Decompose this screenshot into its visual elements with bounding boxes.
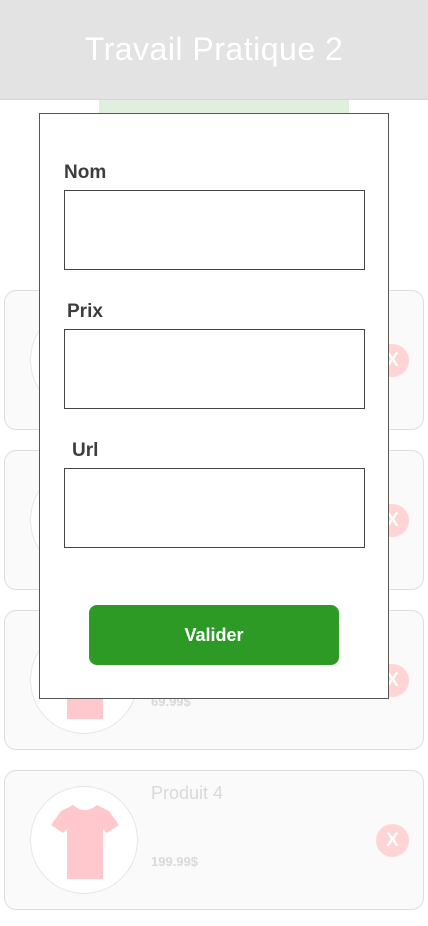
tshirt-icon: [51, 805, 119, 879]
url-label: Url: [72, 440, 99, 461]
add-product-modal: Nom Prix Url Valider: [39, 113, 389, 699]
delete-button[interactable]: X: [376, 824, 409, 857]
price-input[interactable]: [64, 329, 365, 409]
product-price: 199.99$: [151, 854, 198, 869]
name-label: Nom: [64, 162, 107, 183]
app-header: Travail Pratique 2: [0, 0, 428, 100]
name-input[interactable]: [64, 190, 365, 270]
product-card: Produit 4 199.99$ X: [4, 770, 424, 910]
page-title: Travail Pratique 2: [84, 31, 344, 67]
submit-button[interactable]: Valider: [89, 605, 339, 665]
product-name: Produit 4: [151, 783, 224, 803]
url-input[interactable]: [64, 468, 365, 548]
product-image: [30, 786, 138, 894]
price-label: Prix: [67, 301, 103, 322]
